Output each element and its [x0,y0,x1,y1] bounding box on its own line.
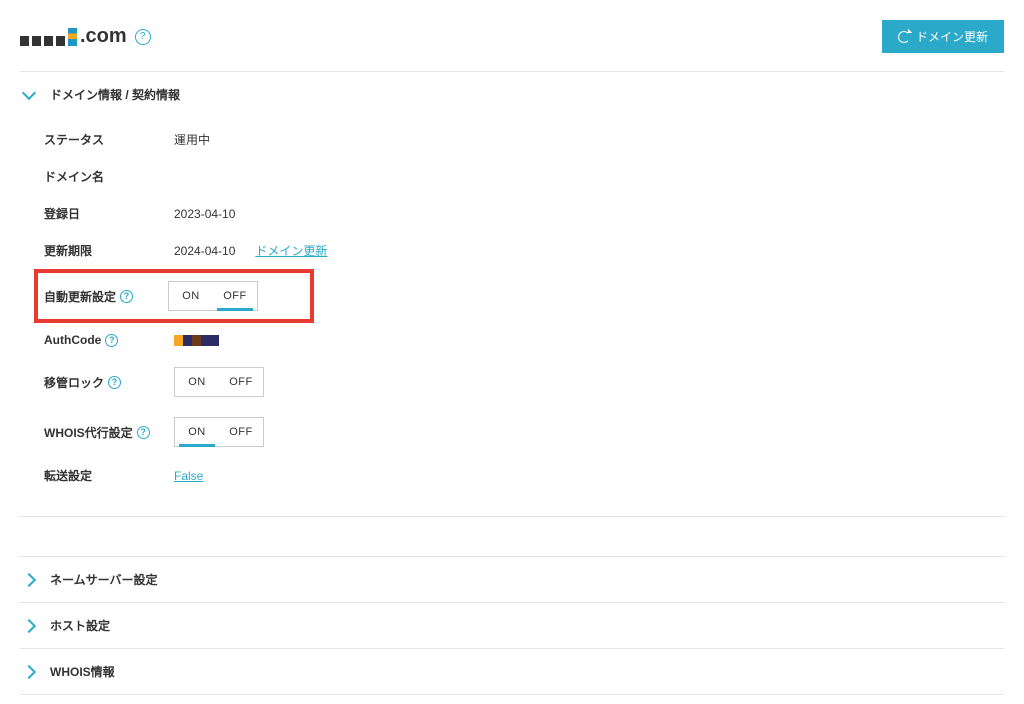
section-header-host[interactable]: ホスト設定 [20,603,1004,648]
label-whois-proxy: WHOIS代行設定 [44,424,133,441]
domain-title: .com [20,25,127,48]
link-domain-update[interactable]: ドメイン更新 [255,242,327,259]
domain-name-masked [20,28,77,46]
help-icon[interactable]: ? [108,376,121,389]
link-forward-value[interactable]: False [174,469,203,483]
label-transfer-lock: 移管ロック [44,374,104,391]
label-forward: 転送設定 [44,467,174,484]
section-nameserver: ネームサーバー設定 [20,556,1004,603]
section-domain-info: ドメイン情報 / 契約情報 ステータス 運用中 ドメイン名 登録日 2023-0… [20,71,1004,517]
label-auto-renew: 自動更新設定 [44,288,116,305]
row-auto-renew: 自動更新設定 ? ON OFF [44,277,304,315]
chevron-right-icon [22,664,36,678]
section-host: ホスト設定 [20,602,1004,649]
refresh-icon [898,31,910,43]
row-whois-proxy: WHOIS代行設定 ? ON OFF [44,407,1004,457]
label-domain-name: ドメイン名 [44,168,174,185]
domain-suffix: .com [80,25,127,48]
value-exp-date: 2024-04-10 [174,244,235,258]
section-body-domain-info: ステータス 運用中 ドメイン名 登録日 2023-04-10 更新期限 2024… [20,117,1004,516]
value-status: 運用中 [174,131,210,148]
section-header-whois[interactable]: WHOIS情報 [20,649,1004,694]
section-header-nameserver[interactable]: ネームサーバー設定 [20,557,1004,602]
toggle-on[interactable]: ON [175,418,219,446]
row-transfer-lock: 移管ロック ? ON OFF [44,357,1004,407]
domain-update-label: ドメイン更新 [916,28,988,45]
label-status: ステータス [44,131,174,148]
help-icon[interactable]: ? [135,29,151,45]
section-title: ネームサーバー設定 [50,571,158,588]
label-exp-date: 更新期限 [44,242,174,259]
chevron-right-icon [22,572,36,586]
section-whois: WHOIS情報 [20,648,1004,695]
toggle-off[interactable]: OFF [213,282,257,310]
row-status: ステータス 運用中 [44,121,1004,158]
toggle-whois-proxy[interactable]: ON OFF [174,417,264,447]
value-reg-date: 2023-04-10 [174,207,235,221]
toggle-on[interactable]: ON [175,368,219,396]
section-title: WHOIS情報 [50,663,115,680]
section-title: ホスト設定 [50,617,110,634]
value-authcode-masked [174,335,219,346]
help-icon[interactable]: ? [105,334,118,347]
highlight-auto-renew: 自動更新設定 ? ON OFF [34,269,314,323]
row-reg-date: 登録日 2023-04-10 [44,195,1004,232]
label-reg-date: 登録日 [44,205,174,222]
section-title: ドメイン情報 / 契約情報 [50,86,180,103]
toggle-auto-renew[interactable]: ON OFF [168,281,258,311]
row-exp-date: 更新期限 2024-04-10 ドメイン更新 [44,232,1004,269]
row-authcode: AuthCode ? [44,323,1004,357]
chevron-right-icon [22,618,36,632]
help-icon[interactable]: ? [137,426,150,439]
domain-update-button[interactable]: ドメイン更新 [882,20,1004,53]
section-header-domain-info[interactable]: ドメイン情報 / 契約情報 [20,72,1004,117]
help-icon[interactable]: ? [120,290,133,303]
row-forward: 転送設定 False [44,457,1004,494]
page-header: .com ? ドメイン更新 [20,20,1004,53]
toggle-on[interactable]: ON [169,282,213,310]
row-domain-name: ドメイン名 [44,158,1004,195]
toggle-off[interactable]: OFF [219,368,263,396]
chevron-down-icon [22,85,36,99]
toggle-transfer-lock[interactable]: ON OFF [174,367,264,397]
toggle-off[interactable]: OFF [219,418,263,446]
label-authcode: AuthCode [44,333,101,347]
